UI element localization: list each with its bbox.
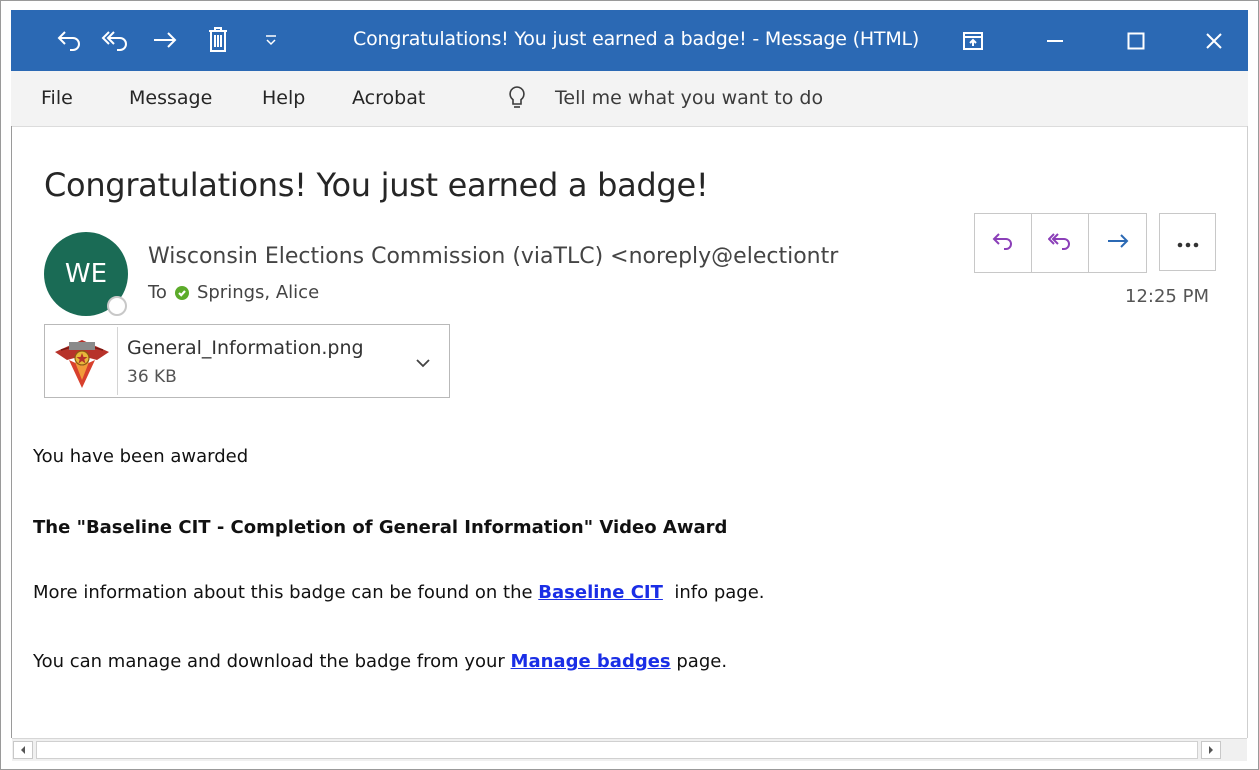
- award-title: The "Baseline CIT - Completion of Genera…: [33, 517, 728, 538]
- reply-all-button[interactable]: [1032, 214, 1089, 272]
- manage-text-pre: You can manage and download the badge fr…: [33, 651, 511, 672]
- presence-indicator-icon: [107, 296, 127, 316]
- forward-button[interactable]: [1089, 214, 1146, 272]
- more-icon: [1177, 233, 1199, 252]
- menu-file[interactable]: File: [41, 87, 73, 109]
- attachment-name: General_Information.png: [127, 337, 364, 359]
- recipient-name[interactable]: Springs, Alice: [197, 282, 319, 303]
- title-bar: Congratulations! You just earned a badge…: [11, 10, 1248, 71]
- tell-me-search[interactable]: Tell me what you want to do: [555, 87, 823, 109]
- attachment-size: 36 KB: [127, 367, 177, 387]
- menu-message[interactable]: Message: [129, 87, 212, 109]
- more-actions-button[interactable]: [1159, 213, 1216, 271]
- body-line-awarded: You have been awarded: [33, 446, 249, 467]
- menu-help[interactable]: Help: [262, 87, 305, 109]
- info-text-post: info page.: [662, 582, 765, 603]
- to-label: To: [148, 282, 167, 303]
- sender-address[interactable]: Wisconsin Elections Commission (viaTLC) …: [148, 244, 838, 269]
- body-line-manage: You can manage and download the badge fr…: [33, 651, 727, 672]
- delete-icon[interactable]: [202, 24, 234, 56]
- manage-badges-link[interactable]: Manage badges: [511, 651, 671, 672]
- reply-button[interactable]: [975, 214, 1032, 272]
- scroll-right-icon[interactable]: [1201, 741, 1221, 759]
- ribbon-display-icon[interactable]: [951, 22, 995, 60]
- attachment-thumbnail: [47, 327, 118, 395]
- minimize-icon[interactable]: [1033, 22, 1077, 60]
- menu-bar: File Message Help Acrobat Tell me what y…: [11, 71, 1248, 127]
- horizontal-scrollbar[interactable]: [12, 738, 1247, 761]
- badge-emblem-icon: [55, 340, 109, 388]
- manage-text-post: page.: [670, 651, 728, 672]
- scrollbar-thumb[interactable]: [36, 741, 1198, 759]
- body-line-info: More information about this badge can be…: [33, 582, 765, 603]
- maximize-icon[interactable]: [1114, 22, 1158, 60]
- info-text-pre: More information about this badge can be…: [33, 582, 539, 603]
- recipient-line: To Springs, Alice: [148, 282, 319, 303]
- content-right-border: [1247, 126, 1248, 738]
- available-status-icon: [174, 285, 189, 300]
- chevron-down-icon[interactable]: [415, 353, 431, 372]
- menu-acrobat[interactable]: Acrobat: [352, 87, 425, 109]
- scroll-left-icon[interactable]: [13, 741, 33, 759]
- window-title: Congratulations! You just earned a badge…: [353, 28, 920, 50]
- message-subject: Congratulations! You just earned a badge…: [44, 166, 709, 204]
- undo-all-icon[interactable]: [99, 24, 131, 56]
- close-icon[interactable]: [1192, 22, 1236, 60]
- reply-icon: [992, 231, 1014, 255]
- avatar-initials: WE: [64, 259, 108, 289]
- reply-all-icon: [1047, 231, 1072, 255]
- lightbulb-icon[interactable]: [507, 85, 527, 115]
- undo-icon[interactable]: [53, 24, 85, 56]
- message-time: 12:25 PM: [1125, 286, 1209, 307]
- message-actions: [974, 213, 1147, 273]
- redo-icon[interactable]: [149, 24, 181, 56]
- customize-dropdown-icon[interactable]: [255, 24, 287, 56]
- attachment-card[interactable]: General_Information.png 36 KB: [44, 324, 450, 398]
- content-left-border: [11, 126, 12, 738]
- forward-icon: [1107, 232, 1129, 254]
- baseline-cit-link[interactable]: Baseline CIT: [538, 582, 663, 603]
